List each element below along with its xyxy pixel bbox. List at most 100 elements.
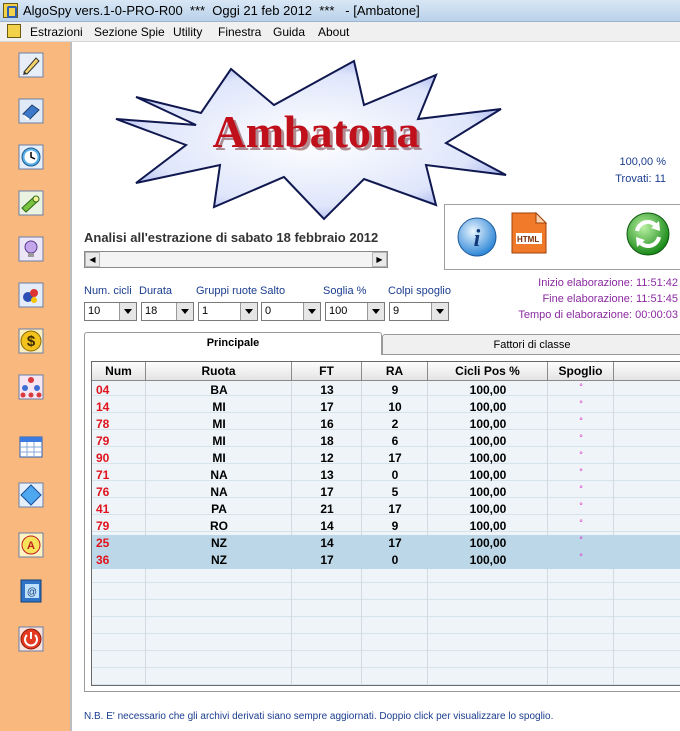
info-icon[interactable]: i (457, 217, 497, 257)
found-count: Trovati: 11 (615, 173, 666, 185)
grid-cell-spoglio: ° (579, 501, 583, 511)
col-header-cicli-pos[interactable]: Cicli Pos % (428, 362, 548, 381)
col-header-ruota[interactable]: Ruota (146, 362, 292, 381)
menu-utility[interactable]: Utility (173, 25, 202, 39)
grid-cell-spoglio: ° (579, 382, 583, 392)
document-icon[interactable] (7, 24, 21, 38)
soglia-select[interactable]: 100 (325, 302, 385, 321)
table-row[interactable]: 79 RO 14 9 100,00 ° (92, 518, 680, 535)
scroll-right-icon[interactable]: ▶ (372, 252, 387, 267)
table-row[interactable]: 90 MI 12 17 100,00 ° (92, 450, 680, 467)
horizontal-scrollbar[interactable]: ◀ ▶ (84, 251, 388, 268)
lottery-balls-icon[interactable] (18, 282, 44, 308)
diamond-icon[interactable] (18, 482, 44, 508)
col-header-ft[interactable]: FT (292, 362, 362, 381)
table-row[interactable]: 25 NZ 14 17 100,00 ° (92, 535, 680, 552)
grid-cell-ft: 17 (320, 553, 334, 567)
ambatona-banner: Ambatona Ambatona (115, 59, 507, 221)
start-time: Inizio elaborazione: 11:51:42 (538, 277, 678, 289)
num-cicli-select[interactable]: 10 (84, 302, 137, 321)
gruppi-ruote-label: Gruppi ruote (196, 285, 258, 297)
grid-cell-ruota: BA (210, 383, 228, 397)
address-book-icon[interactable]: @ (18, 578, 44, 604)
tab-principale[interactable]: Principale (84, 332, 382, 355)
sidebar-toolbar: $ A @ (0, 42, 72, 731)
table-row[interactable]: 04 BA 13 9 100,00 ° (92, 382, 680, 399)
grid-cell-num: 04 (96, 383, 110, 397)
chevron-down-icon[interactable] (431, 303, 448, 320)
grid-cell-ra: 0 (391, 553, 399, 567)
tab-fattori-di-classe[interactable]: Fattori di classe (382, 334, 680, 354)
elapsed-time: Tempo di elaborazione: 00:00:03 (518, 309, 678, 321)
col-header-empty (614, 362, 680, 381)
analysis-title: Analisi all'estrazione di sabato 18 febb… (84, 230, 379, 245)
table-row[interactable]: 71 NA 13 0 100,00 ° (92, 467, 680, 484)
salto-label: Salto (260, 285, 286, 297)
menu-finestra[interactable]: Finestra (218, 25, 261, 39)
grid-cell-ra: 2 (391, 417, 399, 431)
gruppi-ruote-select[interactable]: 1 (198, 302, 258, 321)
grid-cell-cicli: 100,00 (469, 383, 507, 397)
power-icon[interactable] (18, 626, 44, 652)
table-row[interactable]: 14 MI 17 10 100,00 ° (92, 399, 680, 416)
chevron-down-icon[interactable] (119, 303, 136, 320)
grid-cell-cicli: 100,00 (469, 451, 507, 465)
clock-icon[interactable] (18, 144, 44, 170)
svg-text:@: @ (27, 587, 37, 598)
grid-cell-spoglio: ° (579, 416, 583, 426)
grid-cell-cicli: 100,00 (469, 536, 507, 550)
menu-sezione-spie[interactable]: Sezione Spie (94, 25, 165, 39)
scroll-left-icon[interactable]: ◀ (85, 252, 100, 267)
table-row[interactable]: 41 PA 21 17 100,00 ° (92, 501, 680, 518)
grid-cell-ruota: MI (212, 417, 226, 431)
grid-cell-ft: 17 (320, 485, 334, 499)
grid-cell-ft: 14 (320, 536, 334, 550)
menu-estrazioni[interactable]: Estrazioni (30, 25, 83, 39)
html-export-button[interactable]: HTML (508, 211, 550, 255)
grid-cell-ra: 10 (388, 400, 402, 414)
eraser-icon[interactable] (18, 98, 44, 124)
results-grid[interactable]: Num Ruota FT RA Cicli Pos % Spoglio 04 BA… (91, 361, 680, 686)
colpi-spoglio-select[interactable]: 9 (389, 302, 449, 321)
table-row[interactable]: 79 MI 18 6 100,00 ° (92, 433, 680, 450)
durata-label: Durata (139, 285, 173, 297)
grid-cell-ft: 18 (320, 434, 334, 448)
col-header-num[interactable]: Num (92, 362, 146, 381)
col-header-spoglio[interactable]: Spoglio (548, 362, 614, 381)
grid-cell-spoglio: ° (579, 484, 583, 494)
menu-guida[interactable]: Guida (273, 25, 305, 39)
chevron-down-icon[interactable] (240, 303, 257, 320)
grid-cell-ft: 16 (320, 417, 334, 431)
refresh-icon[interactable] (625, 211, 671, 257)
grid-cell-num: 79 (96, 519, 110, 533)
num-cicli-value: 10 (88, 305, 101, 317)
footer-note: N.B. E' necessario che gli archivi deriv… (84, 711, 554, 722)
salto-select[interactable]: 0 (261, 302, 321, 321)
table-row[interactable]: 76 NA 17 5 100,00 ° (92, 484, 680, 501)
pencil-icon[interactable] (18, 52, 44, 78)
grid-cell-ra: 9 (391, 383, 399, 397)
grid-cell-num: 90 (96, 451, 110, 465)
grid-cell-ra: 9 (391, 519, 399, 533)
grid-cell-cicli: 100,00 (469, 417, 507, 431)
end-time: Fine elaborazione: 11:51:45 (542, 293, 678, 305)
grid-cell-cicli: 100,00 (469, 434, 507, 448)
calendar-icon[interactable] (18, 434, 44, 460)
dollar-icon[interactable]: $ (18, 328, 44, 354)
chevron-down-icon[interactable] (367, 303, 384, 320)
table-row[interactable]: 36 NZ 17 0 100,00 ° (92, 552, 680, 569)
grid-cell-spoglio: ° (579, 552, 583, 562)
menu-about[interactable]: About (318, 25, 349, 39)
table-row[interactable]: 78 MI 16 2 100,00 ° (92, 416, 680, 433)
letter-a-icon[interactable]: A (18, 532, 44, 558)
chevron-down-icon[interactable] (303, 303, 320, 320)
grid-cell-cicli: 100,00 (469, 553, 507, 567)
flashlight-icon[interactable] (18, 190, 44, 216)
durata-select[interactable]: 18 (141, 302, 194, 321)
menu-bar: Estrazioni Sezione Spie Utility Finestra… (0, 22, 680, 42)
tree-diagram-icon[interactable] (18, 374, 44, 400)
chevron-down-icon[interactable] (176, 303, 193, 320)
html-file-icon (511, 211, 548, 254)
col-header-ra[interactable]: RA (362, 362, 428, 381)
lightbulb-icon[interactable] (18, 236, 44, 262)
